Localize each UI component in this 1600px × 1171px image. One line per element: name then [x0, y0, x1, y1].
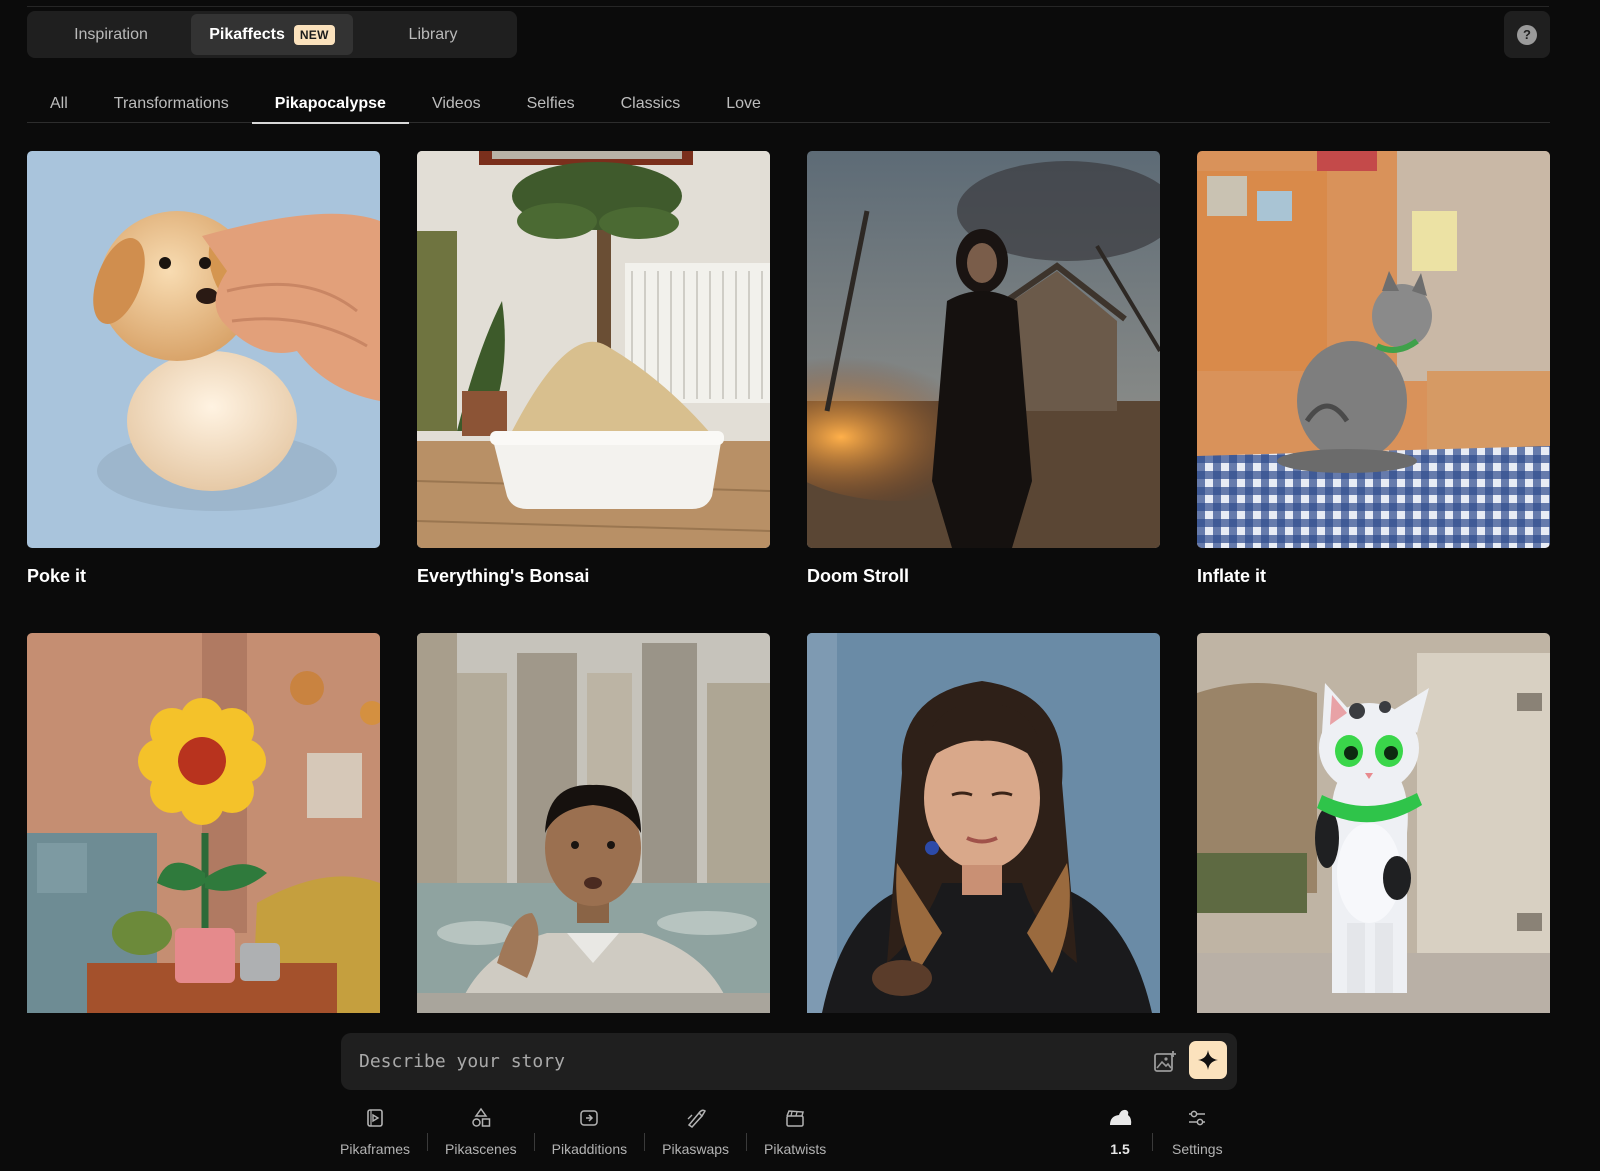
divider — [746, 1133, 748, 1151]
tab-videos[interactable]: Videos — [409, 84, 504, 123]
effect-thumbnail — [27, 151, 380, 548]
tab-selfies[interactable]: Selfies — [504, 84, 598, 123]
effect-title: Poke it — [27, 566, 87, 586]
tab-pikaffects[interactable]: Pikaffects NEW — [191, 14, 353, 55]
tool-pikaswaps[interactable]: Pikaswaps — [652, 1107, 739, 1157]
new-badge: NEW — [293, 24, 335, 45]
top-divider — [27, 6, 1549, 7]
divider — [644, 1133, 646, 1151]
tab-love[interactable]: Love — [703, 84, 784, 123]
swap-brush-icon — [687, 1109, 706, 1128]
effect-thumbnail — [1197, 633, 1550, 1013]
effect-thumbnail — [807, 151, 1160, 548]
rabbit-icon — [1110, 1109, 1132, 1125]
tab-inspiration[interactable]: Inspiration — [31, 14, 191, 55]
effect-title: Doom Stroll — [807, 566, 909, 586]
divider — [1152, 1133, 1153, 1151]
effect-thumbnail — [417, 151, 770, 548]
generate-button[interactable] — [1189, 1041, 1227, 1079]
tab-all[interactable]: All — [27, 84, 91, 123]
help-button[interactable]: ? — [1504, 11, 1550, 58]
effect-card[interactable] — [807, 633, 1160, 1031]
effect-title: Everything's Bonsai — [417, 566, 590, 586]
sparkle-icon — [1198, 1050, 1218, 1070]
effect-card[interactable] — [27, 633, 380, 1031]
effect-title: Inflate it — [1197, 566, 1267, 586]
category-tabs: All Transformations Pikapocalypse Videos… — [27, 84, 1550, 124]
tab-classics[interactable]: Classics — [598, 84, 704, 123]
tool-pikadditions[interactable]: Pikadditions — [542, 1107, 638, 1157]
shapes-icon — [472, 1107, 491, 1127]
effect-card[interactable] — [1197, 633, 1550, 1031]
divider — [533, 1133, 535, 1151]
mode-tabs: Inspiration Pikaffects NEW Library — [27, 11, 517, 58]
frames-icon — [367, 1109, 383, 1127]
effect-thumbnail — [1197, 151, 1550, 548]
prompt-bar — [341, 1033, 1237, 1090]
clapper-icon — [786, 1110, 805, 1127]
model-version-selector[interactable]: 1.5 — [1095, 1107, 1145, 1157]
effect-card[interactable] — [417, 633, 770, 1031]
effect-thumbnail — [417, 633, 770, 1013]
tab-pikapocalypse[interactable]: Pikapocalypse — [251, 84, 410, 124]
tab-library[interactable]: Library — [353, 14, 513, 55]
effect-card-doom-stroll[interactable]: Doom Stroll — [807, 151, 1160, 587]
story-prompt-input[interactable] — [359, 1033, 1129, 1090]
settings-button[interactable]: Settings — [1160, 1107, 1235, 1157]
additions-icon — [580, 1110, 599, 1126]
effect-card-everythings-bonsai[interactable]: Everything's Bonsai — [417, 151, 770, 587]
effect-card-inflate-it[interactable]: Inflate it — [1197, 151, 1550, 587]
effect-thumbnail — [27, 633, 380, 1013]
tool-pikatwists[interactable]: Pikatwists — [754, 1107, 836, 1157]
sliders-icon — [1189, 1110, 1206, 1126]
tab-transformations[interactable]: Transformations — [91, 84, 252, 123]
divider — [427, 1133, 429, 1151]
right-tools: 1.5 Settings — [1095, 1107, 1235, 1157]
tool-bar: Pikaframes Pikascenes Pikadditions Pikas… — [330, 1107, 836, 1157]
effect-thumbnail — [807, 633, 1160, 1013]
question-icon: ? — [1517, 24, 1537, 45]
tool-pikaframes[interactable]: Pikaframes — [330, 1107, 420, 1157]
tool-pikascenes[interactable]: Pikascenes — [435, 1107, 527, 1157]
effect-card-poke-it[interactable]: Poke it — [27, 151, 380, 587]
image-upload-icon[interactable] — [1152, 1049, 1178, 1075]
